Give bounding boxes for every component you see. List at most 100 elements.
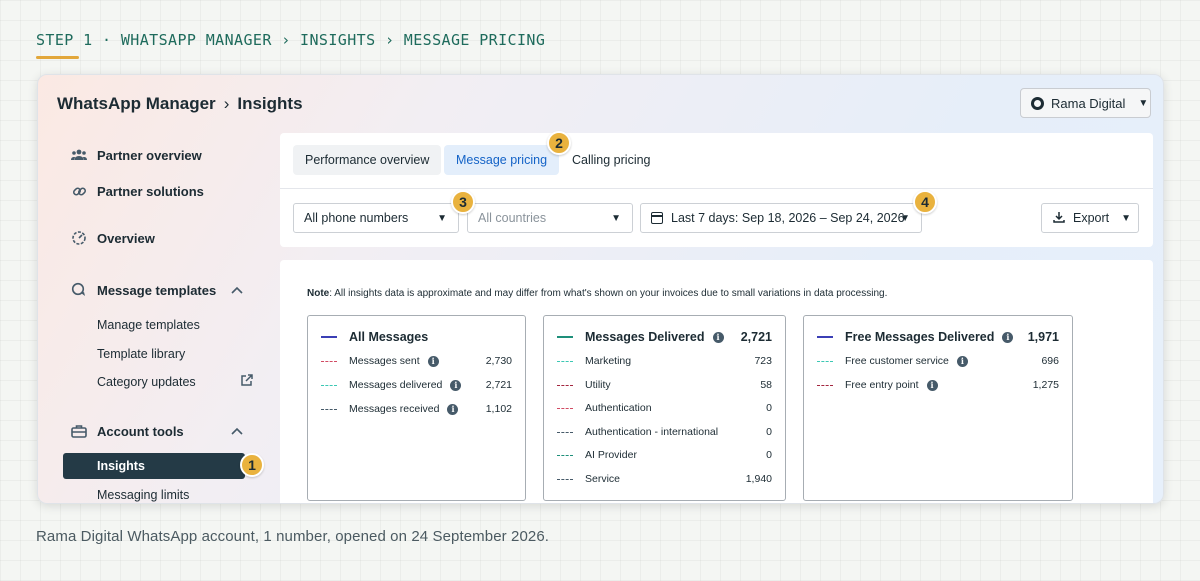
legend-dash bbox=[321, 408, 337, 410]
tab-performance-overview[interactable]: Performance overview bbox=[293, 145, 442, 175]
legend-dash bbox=[557, 454, 573, 456]
legend-dash bbox=[321, 360, 337, 362]
metric-row: Messages delivered i 2,721 bbox=[321, 379, 512, 391]
date-range-value: Last 7 days: Sep 18, 2026 – Sep 24, 2026 bbox=[671, 211, 905, 225]
toolbox-icon bbox=[71, 423, 87, 439]
country-select[interactable]: All countries ▼ bbox=[467, 203, 633, 233]
metric-label: Utility bbox=[585, 379, 611, 391]
legend-line bbox=[321, 336, 337, 338]
info-icon[interactable]: i bbox=[450, 379, 462, 391]
whatsapp-icon bbox=[1031, 96, 1044, 110]
metric-label: Free entry point bbox=[845, 379, 919, 391]
breadcrumb-chevron-icon: › bbox=[223, 94, 230, 113]
caret-down-icon: ▼ bbox=[1138, 97, 1149, 109]
metric-value: 696 bbox=[1041, 355, 1059, 367]
card-header: All Messages bbox=[321, 330, 512, 344]
legend-dash bbox=[817, 384, 833, 386]
legend-dash bbox=[557, 478, 573, 480]
sidebar-item-partner-solutions[interactable]: Partner solutions bbox=[71, 183, 204, 199]
metric-value: 2,730 bbox=[485, 355, 512, 367]
card-total: 1,971 bbox=[1027, 330, 1059, 344]
card-total: 2,721 bbox=[740, 330, 772, 344]
chat-icon bbox=[71, 282, 87, 298]
external-link-icon bbox=[240, 374, 253, 390]
metric-row: Messages sent i 2,730 bbox=[321, 355, 512, 367]
metric-row: Service 1,940 bbox=[557, 473, 772, 485]
card-free-messages-delivered: Free Messages Delivered i 1,971 Free cust… bbox=[803, 315, 1073, 501]
metric-label: Messages sent bbox=[349, 355, 420, 367]
sidebar-item-partner-overview[interactable]: Partner overview bbox=[71, 147, 202, 163]
date-range-select[interactable]: Last 7 days: Sep 18, 2026 – Sep 24, 2026… bbox=[640, 203, 922, 233]
metric-row: Free entry point i 1,275 bbox=[817, 379, 1059, 391]
sidebar-subitem-category-updates[interactable]: Category updates bbox=[97, 374, 267, 390]
sidebar-subitem-insights[interactable]: Insights bbox=[63, 453, 245, 479]
chevron-up-icon[interactable] bbox=[231, 283, 243, 297]
metric-row: Free customer service i 696 bbox=[817, 355, 1059, 367]
sidebar-subitem-template-library[interactable]: Template library bbox=[97, 347, 185, 361]
phone-number-select[interactable]: All phone numbers ▼ bbox=[293, 203, 459, 233]
tab-message-pricing[interactable]: Message pricing bbox=[444, 145, 560, 175]
caret-down-icon: ▼ bbox=[611, 212, 621, 224]
card-header: Free Messages Delivered i 1,971 bbox=[817, 330, 1059, 344]
metric-label: Service bbox=[585, 473, 621, 485]
tabs-divider bbox=[280, 188, 1153, 189]
step-label: STEP 1 · WHATSAPP MANAGER › INSIGHTS › M… bbox=[36, 31, 546, 49]
card-title: Free Messages Delivered bbox=[845, 330, 995, 344]
sidebar-subitem-manage-templates[interactable]: Manage templates bbox=[97, 318, 200, 332]
metric-row: Utility 58 bbox=[557, 379, 772, 391]
card-title: Messages Delivered bbox=[585, 330, 705, 344]
insights-content-panel: Note: All insights data is approximate a… bbox=[280, 260, 1153, 503]
info-icon[interactable]: i bbox=[712, 331, 724, 343]
chevron-up-icon[interactable] bbox=[231, 424, 243, 438]
export-label: Export bbox=[1073, 211, 1110, 225]
insights-header-panel: Performance overview Message pricing Cal… bbox=[280, 133, 1153, 247]
metric-row: AI Provider 0 bbox=[557, 449, 772, 461]
whatsapp-manager-window: WhatsApp Manager › Insights Rama Digital… bbox=[37, 74, 1164, 504]
sidebar-subitem-messaging-limits[interactable]: Messaging limits bbox=[97, 488, 189, 502]
legend-dash bbox=[557, 360, 573, 362]
metric-label: Free customer service bbox=[845, 355, 949, 367]
legend-dash bbox=[557, 384, 573, 386]
metric-value: 0 bbox=[766, 426, 772, 438]
metric-label: Authentication bbox=[585, 402, 652, 414]
metric-value: 2,721 bbox=[485, 379, 512, 391]
step-badge-3: 3 bbox=[451, 190, 475, 214]
metric-row: Authentication 0 bbox=[557, 402, 772, 414]
export-button[interactable]: Export ▼ bbox=[1041, 203, 1139, 233]
sidebar-item-message-templates[interactable]: Message templates bbox=[71, 282, 243, 298]
caret-down-icon: ▼ bbox=[437, 212, 447, 224]
legend-dash bbox=[557, 407, 573, 409]
metric-value: 0 bbox=[766, 449, 772, 461]
info-icon[interactable]: i bbox=[956, 355, 968, 367]
sidebar-subitem-label: Category updates bbox=[97, 375, 196, 389]
sidebar-item-overview[interactable]: Overview bbox=[71, 230, 155, 246]
legend-dash bbox=[321, 384, 337, 386]
insights-note: Note: All insights data is approximate a… bbox=[307, 288, 887, 299]
note-prefix: Note bbox=[307, 288, 330, 299]
page-title: Insights bbox=[237, 94, 303, 113]
info-icon[interactable]: i bbox=[926, 379, 938, 391]
info-icon[interactable]: i bbox=[447, 403, 459, 415]
metric-label: AI Provider bbox=[585, 449, 637, 461]
info-icon[interactable]: i bbox=[427, 355, 439, 367]
step-badge-1: 1 bbox=[240, 453, 264, 477]
account-selector-button[interactable]: Rama Digital ▼ bbox=[1020, 88, 1151, 118]
sidebar-item-label: Message templates bbox=[97, 282, 217, 298]
card-title: All Messages bbox=[349, 330, 429, 344]
legend-dash bbox=[557, 431, 573, 433]
sidebar-item-account-tools[interactable]: Account tools bbox=[71, 423, 243, 439]
info-icon[interactable]: i bbox=[1002, 331, 1014, 343]
metric-label: Messages received bbox=[349, 403, 440, 415]
metric-label: Messages delivered bbox=[349, 379, 443, 391]
people-icon bbox=[71, 147, 87, 163]
metric-row: Marketing 723 bbox=[557, 355, 772, 367]
metric-row: Authentication - international 0 bbox=[557, 426, 772, 438]
account-name: Rama Digital bbox=[1051, 95, 1126, 111]
card-messages-delivered: Messages Delivered i 2,721 Marketing 723 … bbox=[543, 315, 786, 501]
metric-value: 1,102 bbox=[485, 403, 512, 415]
breadcrumb: WhatsApp Manager › Insights bbox=[57, 94, 303, 114]
sidebar-item-label: Overview bbox=[97, 230, 155, 246]
country-placeholder: All countries bbox=[478, 211, 547, 225]
tab-calling-pricing[interactable]: Calling pricing bbox=[560, 145, 663, 175]
app-name[interactable]: WhatsApp Manager bbox=[57, 94, 216, 114]
